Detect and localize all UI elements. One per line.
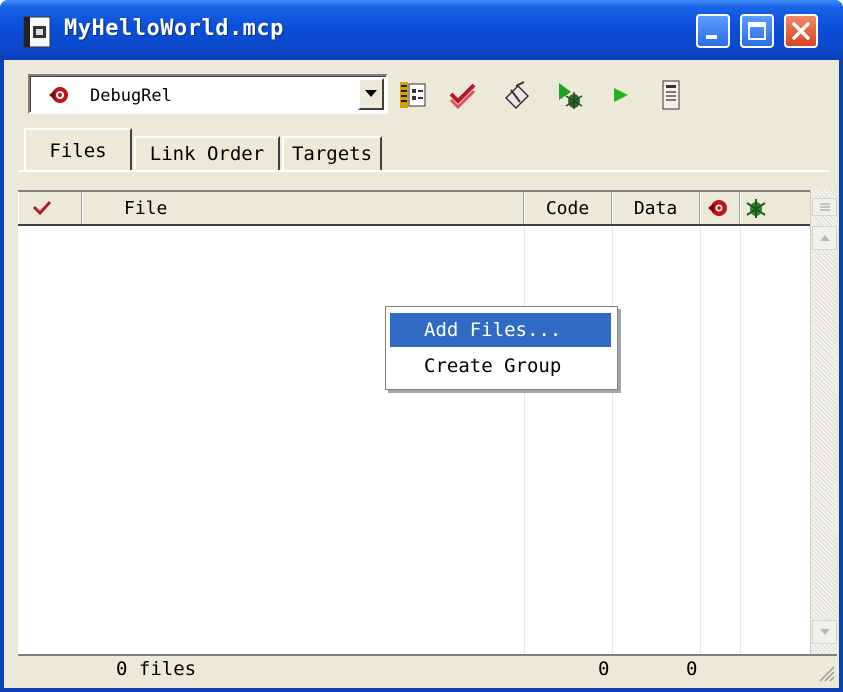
debug-bug-icon	[746, 199, 766, 218]
file-count: 0 files	[116, 658, 197, 680]
vertical-scrollbar[interactable]	[810, 190, 837, 654]
run-icon[interactable]	[608, 80, 638, 110]
column-target[interactable]	[700, 192, 740, 224]
column-header-row: File Code Data	[18, 192, 810, 226]
column-guide-target	[700, 226, 701, 654]
tab-files[interactable]: Files	[24, 128, 132, 172]
scroll-down-button[interactable]	[812, 620, 837, 644]
column-guide-debug	[740, 226, 741, 654]
lines-icon	[820, 203, 830, 211]
context-menu: Add Files... Create Group	[385, 306, 618, 390]
make-icon[interactable]	[502, 80, 532, 110]
data-total: 0	[686, 658, 698, 680]
close-button[interactable]	[784, 14, 818, 48]
code-total: 0	[598, 658, 610, 680]
settings-icon[interactable]	[398, 80, 428, 110]
resize-grip-icon[interactable]	[815, 662, 835, 682]
column-data[interactable]: Data	[612, 192, 700, 224]
target-icon	[708, 200, 727, 216]
target-dropdown-button[interactable]	[358, 78, 384, 110]
maximize-button[interactable]	[740, 14, 774, 48]
close-icon	[792, 22, 810, 40]
file-list[interactable]: File Code Data	[18, 190, 810, 654]
minimize-icon	[706, 35, 717, 39]
column-touch[interactable]	[18, 192, 82, 224]
tab-targets[interactable]: Targets	[282, 136, 382, 170]
chevron-down-icon	[365, 90, 377, 97]
tab-divider	[18, 170, 829, 172]
debug-icon[interactable]	[556, 80, 586, 110]
project-file-icon	[23, 16, 51, 48]
status-bar: 0 files 0 0	[18, 654, 837, 684]
touch-check-icon	[32, 200, 52, 216]
tab-link-order[interactable]: Link Order	[134, 136, 280, 170]
scroll-up-button[interactable]	[812, 226, 837, 250]
column-guide-code	[524, 226, 525, 654]
project-inspector-icon[interactable]	[656, 80, 686, 110]
target-icon	[49, 87, 68, 103]
target-select-value: DebugRel	[90, 86, 172, 106]
column-debug[interactable]	[740, 192, 810, 224]
title-bar[interactable]: MyHelloWorld.mcp	[0, 0, 843, 60]
chevron-up-icon	[820, 235, 830, 241]
column-file[interactable]: File	[82, 192, 524, 224]
synchronize-icon[interactable]	[448, 80, 478, 110]
column-guide-data	[612, 226, 613, 654]
menu-item-add-files[interactable]: Add Files...	[390, 313, 611, 347]
target-select[interactable]: DebugRel	[28, 74, 388, 114]
maximize-icon	[748, 22, 766, 40]
chevron-down-icon	[820, 629, 830, 635]
scroll-corner-button[interactable]	[812, 198, 837, 216]
window-title: MyHelloWorld.mcp	[64, 16, 284, 41]
column-code[interactable]: Code	[524, 192, 612, 224]
minimize-button[interactable]	[696, 14, 730, 48]
menu-item-create-group[interactable]: Create Group	[390, 349, 611, 383]
